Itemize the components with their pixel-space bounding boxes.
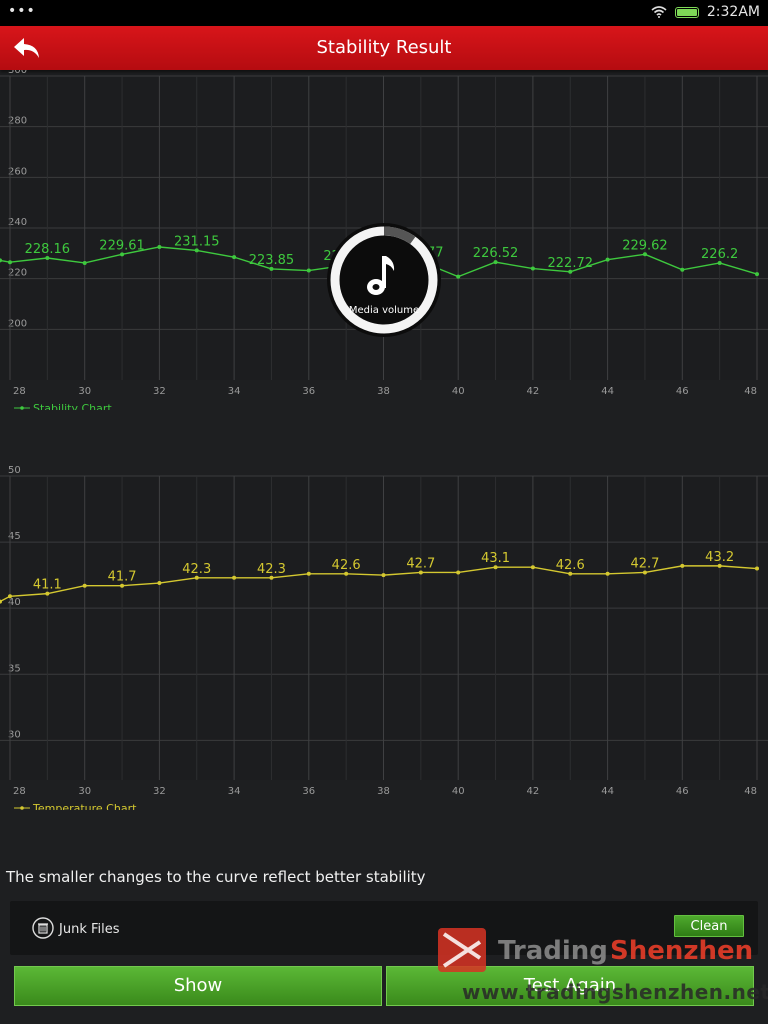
data-point <box>456 274 461 279</box>
data-point <box>605 571 610 576</box>
data-label: 42.7 <box>406 556 435 571</box>
media-volume-overlay: Media volume <box>325 221 443 339</box>
volume-ring <box>327 223 441 337</box>
data-point <box>456 570 461 575</box>
x-tick-label: 42 <box>527 786 540 797</box>
data-point <box>306 571 311 576</box>
data-label: 41.7 <box>108 570 137 585</box>
data-point <box>680 267 685 272</box>
data-label: 42.6 <box>556 558 585 573</box>
x-tick-label: 38 <box>377 786 390 797</box>
data-point <box>530 565 535 570</box>
data-point <box>232 575 237 580</box>
wifi-icon <box>651 6 667 18</box>
x-tick-label: 44 <box>601 386 614 397</box>
data-label: 41.1 <box>33 578 62 593</box>
y-tick-label: 240 <box>8 217 27 228</box>
test-again-button[interactable]: Test Again <box>386 966 754 1006</box>
show-button[interactable]: Show <box>14 966 382 1006</box>
trash-icon <box>32 917 54 939</box>
status-right: 2:32AM <box>651 4 760 20</box>
x-tick-label: 36 <box>302 386 315 397</box>
data-point <box>306 268 311 273</box>
x-tick-label: 28 <box>13 786 26 797</box>
y-tick-label: 280 <box>8 116 27 127</box>
data-label: 229.62 <box>622 238 668 253</box>
data-point <box>755 566 759 571</box>
legend-label: Stability Chart <box>33 402 112 410</box>
temperature-chart: 303540455028 30 32 34 36 38 40 42 44 46 4841.141.7… <box>0 465 768 810</box>
x-tick-label: 34 <box>228 786 241 797</box>
data-label: 223.85 <box>249 253 295 268</box>
junk-files-label: Junk Files <box>59 922 120 937</box>
x-tick-label: 34 <box>228 386 241 397</box>
x-tick-label: 36 <box>302 786 315 797</box>
x-tick-label: 48 <box>744 386 757 397</box>
legend-marker <box>20 806 24 810</box>
data-label: 229.61 <box>99 238 145 253</box>
y-tick-label: 260 <box>8 166 27 177</box>
x-tick-label: 42 <box>527 386 540 397</box>
legend-marker <box>20 406 24 410</box>
y-tick-label: 50 <box>8 465 21 476</box>
data-label: 43.2 <box>705 550 734 565</box>
x-tick-label: 48 <box>744 786 757 797</box>
data-point <box>157 245 162 249</box>
y-tick-label: 220 <box>8 268 27 279</box>
y-tick-label: 300 <box>8 70 27 76</box>
clean-button[interactable]: Clean <box>674 915 744 937</box>
header-bar: Stability Result <box>0 26 768 70</box>
data-label: 226.52 <box>473 246 519 261</box>
junk-files-panel: Junk Files Clean <box>10 901 758 955</box>
y-tick-label: 200 <box>8 318 27 329</box>
x-tick-label: 28 <box>13 386 26 397</box>
x-tick-label: 46 <box>676 386 689 397</box>
data-label: 228.16 <box>25 242 71 257</box>
media-volume-label: Media volume <box>348 305 420 316</box>
data-point <box>8 594 12 599</box>
data-label: 222.72 <box>548 256 594 271</box>
data-label: 42.6 <box>332 558 361 573</box>
data-point <box>530 266 535 271</box>
x-tick-label: 32 <box>153 386 166 397</box>
data-point <box>605 257 610 262</box>
status-bar: ••• 2:32AM <box>0 0 768 26</box>
page-title: Stability Result <box>316 37 452 58</box>
data-point <box>232 255 237 260</box>
x-tick-label: 40 <box>452 386 465 397</box>
data-point <box>8 260 12 265</box>
data-point <box>755 272 759 277</box>
data-label: 43.1 <box>481 551 510 566</box>
x-tick-label: 30 <box>78 786 91 797</box>
x-tick-label: 46 <box>676 786 689 797</box>
data-label: 42.3 <box>182 562 211 577</box>
data-point <box>82 583 87 588</box>
data-label: 42.3 <box>257 562 286 577</box>
data-point <box>157 581 162 586</box>
data-point <box>680 563 685 568</box>
data-label: 226.2 <box>701 247 738 262</box>
data-label: 42.7 <box>630 556 659 571</box>
x-tick-label: 30 <box>78 386 91 397</box>
status-time: 2:32AM <box>706 4 760 20</box>
x-tick-label: 38 <box>377 386 390 397</box>
data-label: 231.15 <box>174 234 220 249</box>
data-point <box>82 260 87 265</box>
x-tick-label: 32 <box>153 786 166 797</box>
data-point <box>381 573 386 578</box>
stability-hint-text: The smaller changes to the curve reflect… <box>6 868 426 886</box>
legend-label: Temperature Chart <box>32 802 137 810</box>
battery-icon <box>674 6 699 18</box>
x-tick-label: 40 <box>452 786 465 797</box>
x-tick-label: 44 <box>601 786 614 797</box>
notification-dots-icon: ••• <box>8 3 36 19</box>
